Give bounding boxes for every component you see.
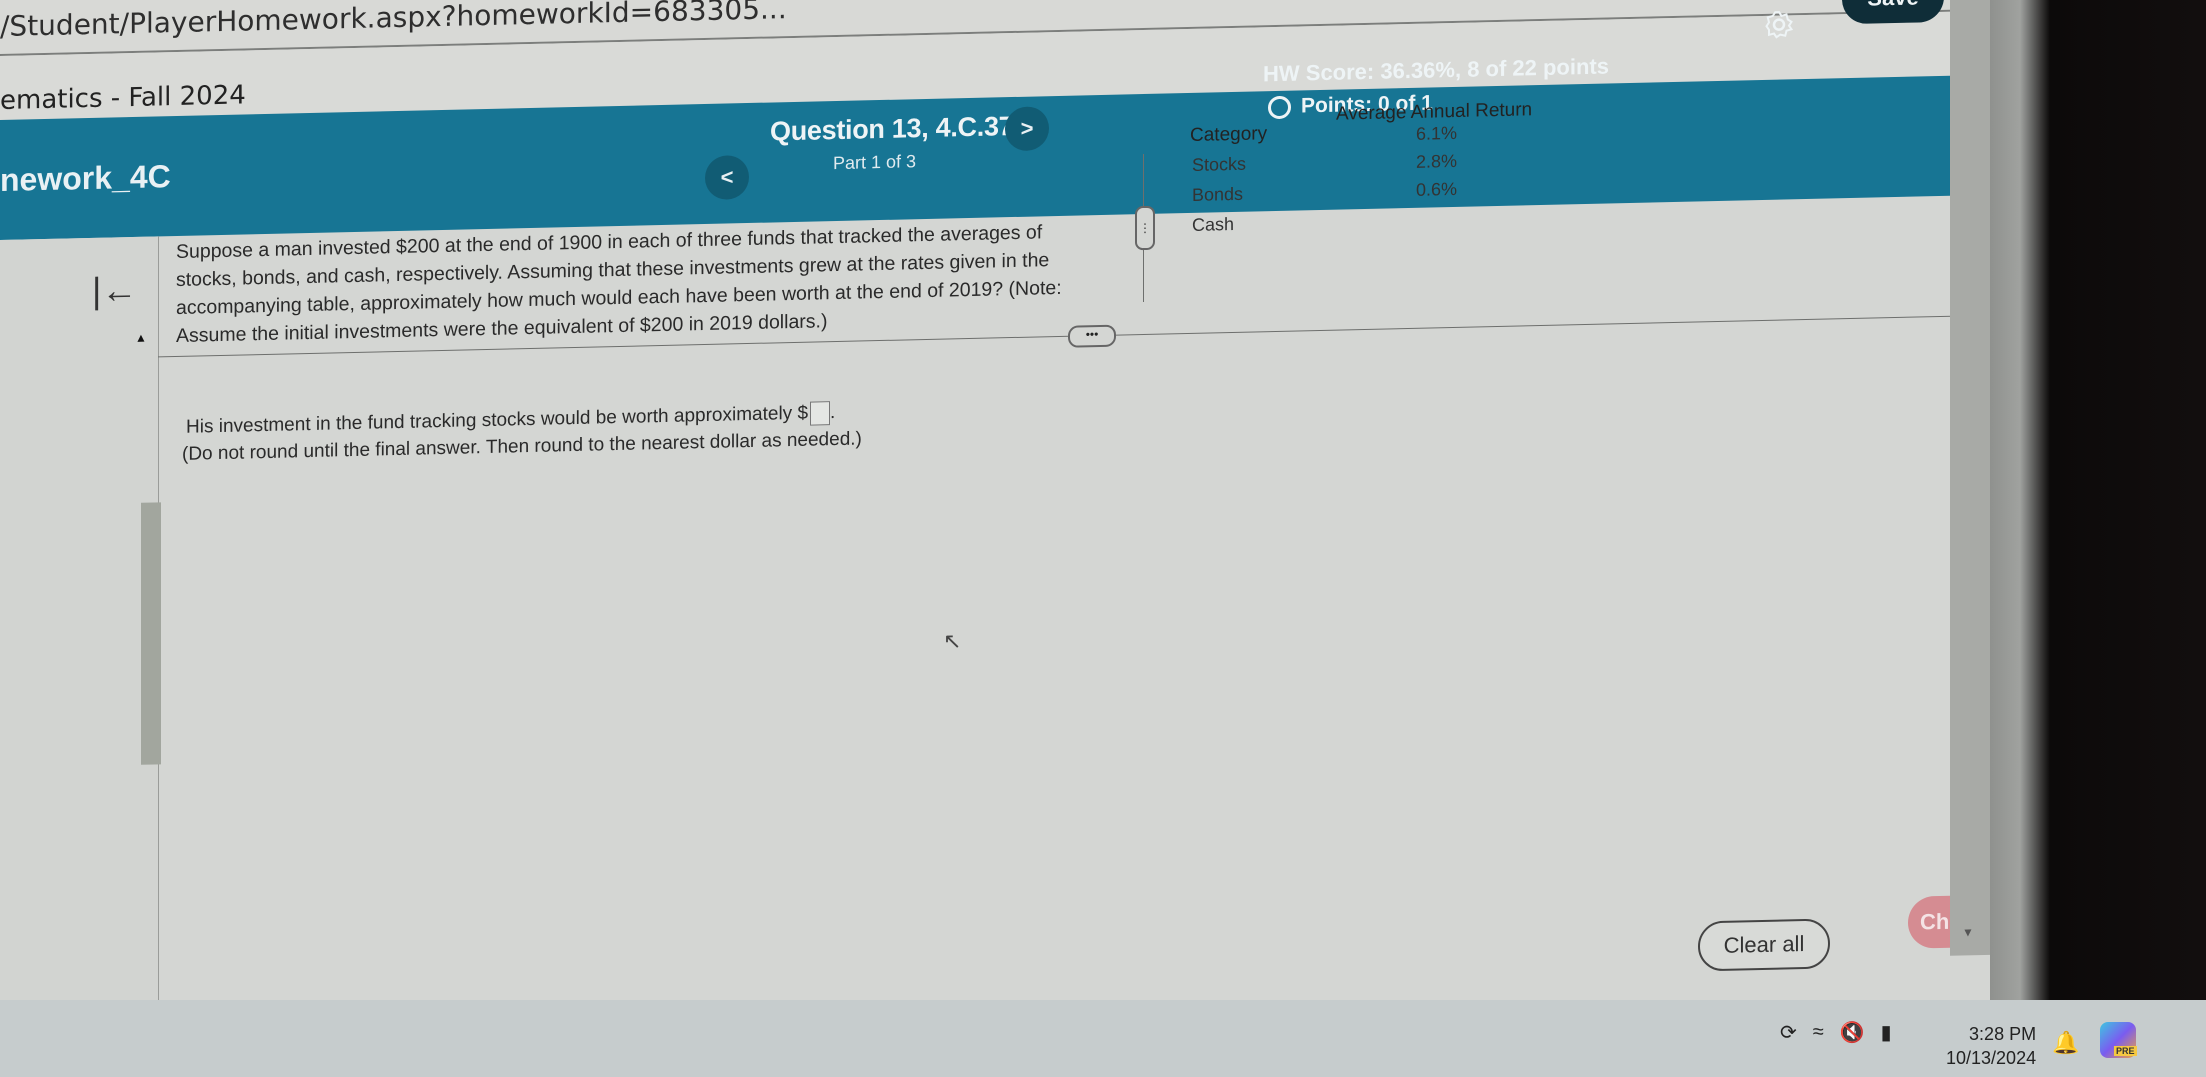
chevron-left-icon: < (720, 164, 734, 190)
answer-suffix: . (830, 402, 836, 424)
system-tray: ⟳ ≈ 🔇 ▮ (1780, 1020, 1892, 1045)
gear-icon[interactable] (1764, 9, 1794, 40)
triangle-up-icon[interactable]: ▲ (135, 331, 147, 345)
question-prompt: Suppose a man invested $200 at the end o… (176, 220, 1062, 347)
table-cell-return: 0.6% (1416, 178, 1458, 200)
left-gutter: |← ▲ (0, 236, 166, 1077)
question-part: Part 1 of 3 (833, 151, 917, 174)
table-header-return: Average Annual Return (1336, 99, 1533, 125)
clock-date: 10/13/2024 (1946, 1048, 2037, 1068)
previous-question-button[interactable]: < (705, 155, 749, 201)
vertical-dots-icon: ⋮ (1139, 220, 1151, 236)
taskbar-clock[interactable]: 3:28 PM 10/13/2024 (1946, 1022, 2036, 1070)
course-title: ematics - Fall 2024 (0, 80, 246, 116)
table-cell-category: Stocks (1192, 153, 1247, 175)
chevron-right-icon: > (1020, 115, 1034, 141)
expand-more-button[interactable]: ••• (1068, 324, 1116, 348)
collapse-left-icon[interactable]: |← (92, 269, 137, 312)
speaker-muted-icon[interactable]: 🔇 (1840, 1020, 1865, 1045)
mouse-pointer-icon: ↖ (943, 628, 962, 654)
url-text[interactable]: /Student/PlayerHomework.aspx?homeworkId=… (0, 0, 787, 43)
question-content: Suppose a man invested $200 at the end o… (158, 99, 2080, 996)
answer-input[interactable] (810, 401, 831, 426)
panel-resize-handle[interactable]: ⋮ (1135, 205, 1155, 251)
copilot-preview-badge: PRE (2114, 1046, 2137, 1056)
monitor-bezel (1990, 0, 2206, 1077)
table-cell-return: 2.8% (1416, 150, 1458, 172)
incomplete-circle-icon (1268, 95, 1291, 119)
scroll-down-arrow-icon[interactable]: ▼ (1962, 925, 1974, 939)
question-title: Question 13, 4.C.37 (770, 111, 1014, 147)
clock-time: 3:28 PM (1969, 1024, 2037, 1044)
table-cell-category: Cash (1192, 213, 1235, 235)
right-scrollbar[interactable] (1950, 0, 1990, 956)
homework-title: nework_4C (0, 158, 171, 198)
table-cell-category: Bonds (1192, 183, 1244, 205)
battery-icon[interactable]: ▮ (1881, 1020, 1892, 1045)
notification-bell-icon[interactable]: 🔔 (2052, 1030, 2079, 1056)
browser-screen: /Student/PlayerHomework.aspx?homeworkId=… (0, 0, 2080, 1077)
table-header-category: Category (1190, 123, 1268, 146)
left-scrollbar-thumb[interactable] (141, 502, 161, 765)
table-cell-return: 6.1% (1416, 122, 1458, 144)
clear-all-button[interactable]: Clear all (1698, 918, 1830, 972)
next-question-button[interactable]: > (1005, 106, 1049, 152)
refresh-icon[interactable]: ⟳ (1780, 1020, 1797, 1045)
wifi-icon[interactable]: ≈ (1813, 1021, 1824, 1044)
